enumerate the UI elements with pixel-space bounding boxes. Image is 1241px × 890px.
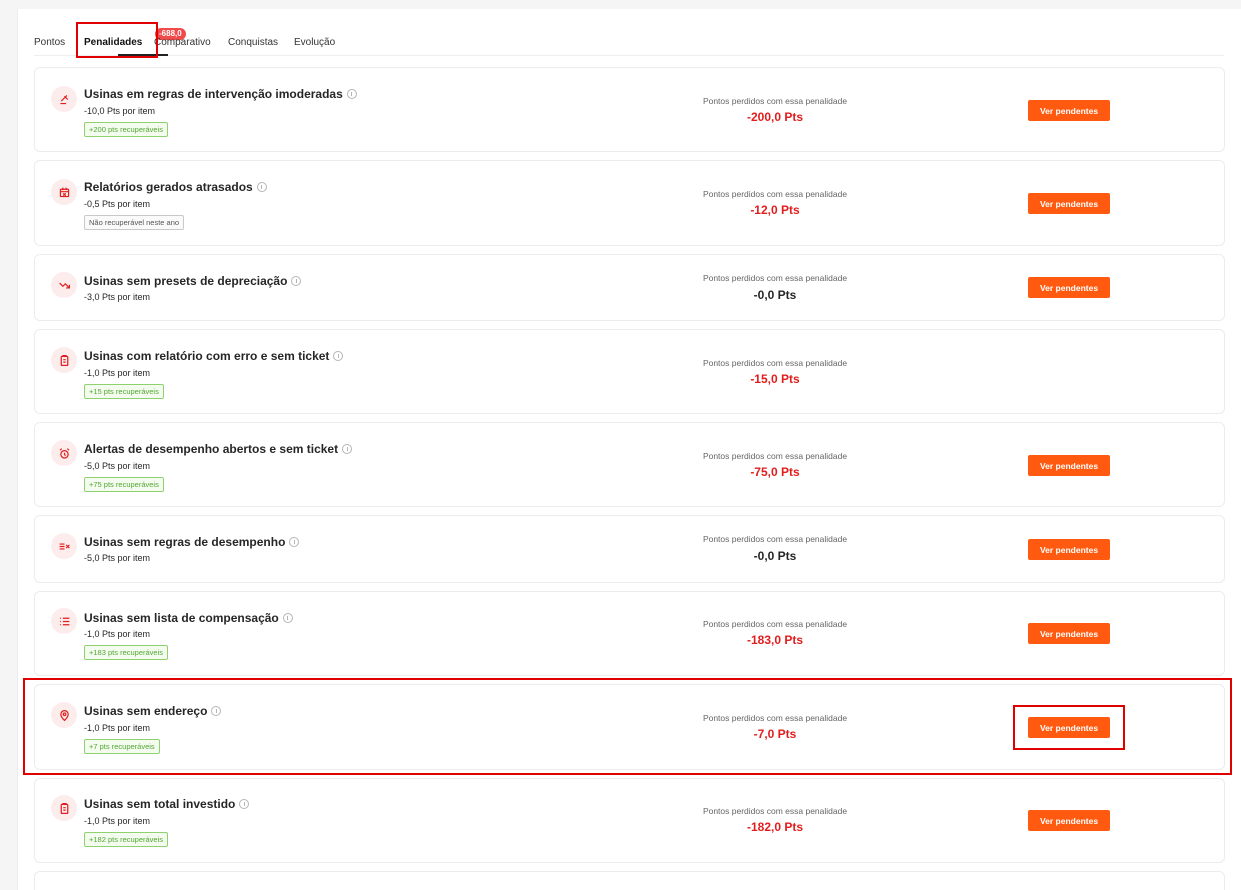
penalty-title: Alertas de desempenho abertos e sem tick… [84,442,353,456]
info-icon[interactable] [291,276,302,286]
info-icon[interactable] [342,444,353,454]
list-icon [51,608,77,634]
penalty-title: Usinas com relatório com erro e sem tick… [84,349,344,363]
tab-evolucao[interactable]: Evolução [294,37,335,48]
penalty-title: Usinas sem regras de desempenho [84,535,300,549]
lost-points-value: -182,0 Pts [746,820,804,834]
info-icon[interactable] [211,706,222,716]
map-pin-icon [51,702,77,728]
info-icon[interactable] [282,613,293,623]
tab-bar: Pontos Penalidades -688,0 Comparativo Co… [34,28,1224,56]
list-x-icon [51,533,77,559]
not-recoverable-tag: Não recuperável neste ano [84,215,185,230]
lost-points-label: Pontos perdidos com essa penalidade [702,358,848,368]
penalty-title: Usinas sem presets de depreciação [84,274,302,288]
lost-points-label: Pontos perdidos com essa penalidade [702,619,848,629]
view-pending-button[interactable]: Ver pendentes [1028,455,1110,476]
penalty-title: Usinas em regras de intervenção imoderad… [84,87,357,101]
penalty-card: Usinas sem presets de depreciação -3,0 P… [34,254,1225,321]
penalty-title: Usinas sem total investido [84,797,250,811]
active-tab-indicator [118,54,168,56]
left-gutter [0,0,17,890]
view-pending-button[interactable]: Ver pendentes [1028,623,1110,644]
trend-down-icon [51,272,77,298]
lost-points-value: -75,0 Pts [750,465,800,479]
info-icon[interactable] [256,182,267,192]
lost-points-value: -200,0 Pts [746,110,804,124]
lost-points-label: Pontos perdidos com essa penalidade [702,96,848,106]
tab-penalidades[interactable]: Penalidades [84,37,142,48]
penalty-per-item: -1,0 Pts por item [84,368,151,378]
alarm-icon [51,440,77,466]
recoverable-tag: +7 pts recuperáveis [84,739,160,754]
lost-points-value: -183,0 Pts [746,633,804,647]
penalty-card: Alertas de desempenho abertos e sem tick… [34,422,1225,507]
penalty-title: Usinas sem lista de compensação [84,611,293,625]
recoverable-tag: +182 pts recuperáveis [84,832,169,847]
info-icon[interactable] [289,537,300,547]
penalty-title: Relatórios gerados atrasados [84,180,267,194]
penalty-title: Usinas sem endereço [84,704,222,718]
view-pending-button[interactable]: Ver pendentes [1028,717,1110,738]
penalty-per-item: -1,0 Pts por item [84,629,151,639]
lost-points-label: Pontos perdidos com essa penalidade [702,189,848,199]
lost-points-value: -7,0 Pts [753,727,797,741]
tab-pontos[interactable]: Pontos [34,37,65,48]
penalty-per-item: -1,0 Pts por item [84,816,151,826]
gavel-icon [51,86,77,112]
view-pending-button[interactable]: Ver pendentes [1028,193,1110,214]
info-icon[interactable] [239,799,250,809]
lost-points-label: Pontos perdidos com essa penalidade [702,451,848,461]
info-icon[interactable] [333,351,344,361]
penalty-per-item: -5,0 Pts por item [84,553,151,563]
lost-points-label: Pontos perdidos com essa penalidade [702,534,848,544]
lost-points-value: -12,0 Pts [750,203,800,217]
recoverable-tag: +75 pts recuperáveis [84,477,164,492]
view-pending-button[interactable]: Ver pendentes [1028,277,1110,298]
penalty-per-item: -10,0 Pts por item [84,106,156,116]
penalty-card [34,871,1225,890]
penalty-card: Usinas sem total investido -1,0 Pts por … [34,778,1225,863]
recoverable-tag: +183 pts recuperáveis [84,645,169,660]
lost-points-label: Pontos perdidos com essa penalidade [702,806,848,816]
clipboard-icon [51,347,77,373]
penalty-card: Usinas sem lista de compensação -1,0 Pts… [34,591,1225,676]
calendar-x-icon [51,179,77,205]
lost-points-value: -0,0 Pts [753,549,797,563]
penalty-card: Usinas sem endereço -1,0 Pts por item +7… [34,684,1225,770]
penalty-card: Usinas com relatório com erro e sem tick… [34,329,1225,414]
penalty-card: Usinas em regras de intervenção imoderad… [34,67,1225,152]
penalty-per-item: -3,0 Pts por item [84,292,151,302]
view-pending-button[interactable]: Ver pendentes [1028,539,1110,560]
penalty-card: Usinas sem regras de desempenho -5,0 Pts… [34,515,1225,583]
penalty-card: Relatórios gerados atrasados -0,5 Pts po… [34,160,1225,246]
penalty-per-item: -1,0 Pts por item [84,723,151,733]
recoverable-tag: +15 pts recuperáveis [84,384,164,399]
top-gutter [17,0,1241,9]
view-pending-button[interactable]: Ver pendentes [1028,100,1110,121]
clipboard-icon [51,795,77,821]
info-icon[interactable] [346,89,357,99]
penalty-per-item: -5,0 Pts por item [84,461,151,471]
lost-points-label: Pontos perdidos com essa penalidade [702,713,848,723]
lost-points-label: Pontos perdidos com essa penalidade [702,273,848,283]
view-pending-button[interactable]: Ver pendentes [1028,810,1110,831]
tab-conquistas[interactable]: Conquistas [228,37,278,48]
lost-points-value: -15,0 Pts [750,372,800,386]
penalty-per-item: -0,5 Pts por item [84,199,151,209]
recoverable-tag: +200 pts recuperáveis [84,122,169,137]
lost-points-value: -0,0 Pts [753,288,797,302]
tab-comparativo[interactable]: Comparativo [154,37,211,48]
